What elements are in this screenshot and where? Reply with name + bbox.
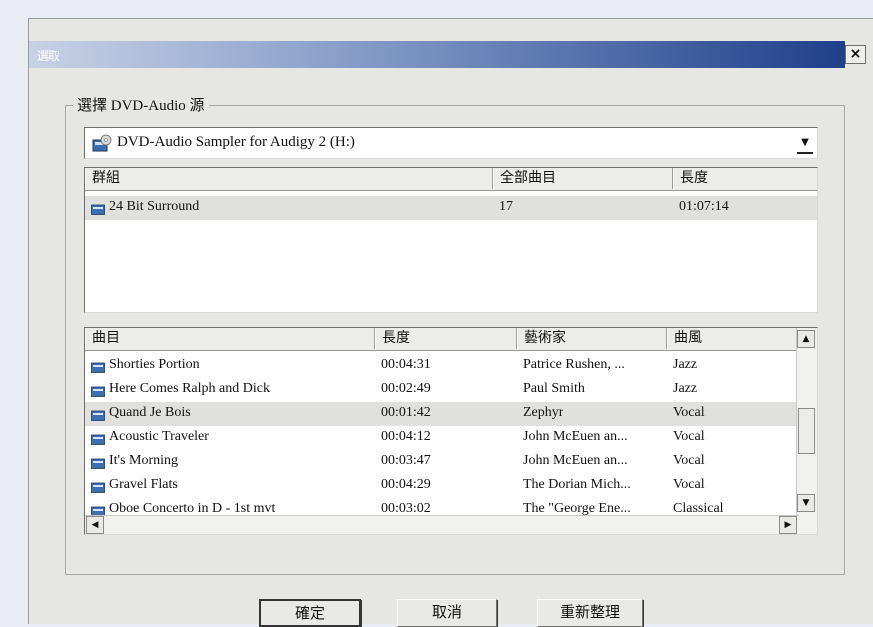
groups-list-header: 群組 全部曲目 長度 <box>85 168 817 191</box>
column-header-artist[interactable]: 藝術家 <box>517 328 667 349</box>
audio-track-icon <box>91 204 105 215</box>
column-header-group[interactable]: 群組 <box>85 168 493 189</box>
group-name: 24 Bit Surround <box>109 199 200 214</box>
groups-list[interactable]: 群組 全部曲目 長度 24 Bit Surround 17 01:07:14 <box>84 167 818 313</box>
track-length: 00:04:12 <box>381 429 431 444</box>
track-length: 00:02:49 <box>381 381 431 396</box>
track-artist: The Dorian Mich... <box>523 477 631 492</box>
track-length: 00:04:31 <box>381 357 431 372</box>
track-title: Here Comes Ralph and Dick <box>109 381 270 396</box>
group-total-tracks: 17 <box>499 199 513 214</box>
track-genre: Vocal <box>673 453 705 468</box>
audio-track-icon <box>91 458 105 469</box>
audio-track-icon <box>91 410 105 421</box>
select-dialog: 選取 × 選擇 DVD-Audio 源 DVD-Audio Sampler fo… <box>28 18 873 627</box>
tracks-horizontal-scrollbar[interactable]: ◀ <box>85 515 799 534</box>
cancel-button[interactable]: 取消 <box>397 599 497 627</box>
table-row[interactable]: Gravel Flats 00:04:29 The Dorian Mich... Vo… <box>85 474 799 498</box>
triangle-right-icon: ▶ <box>784 520 792 530</box>
table-row[interactable]: Acoustic Traveler 00:04:12 John McEuen an.… <box>85 426 799 450</box>
track-title: Acoustic Traveler <box>109 429 209 444</box>
table-row[interactable]: 24 Bit Surround 17 01:07:14 <box>85 196 817 220</box>
column-header-genre[interactable]: 曲風 <box>667 328 799 349</box>
refresh-button[interactable]: 重新整理 <box>537 599 643 627</box>
track-genre: Jazz <box>673 357 698 372</box>
table-row[interactable]: Shorties Portion 00:04:31 Patrice Rushen, … <box>85 354 799 378</box>
scroll-up-button[interactable]: ▲ <box>797 330 815 348</box>
tracks-vertical-scrollbar[interactable]: ▲ ▼ <box>796 328 817 534</box>
column-header-total-tracks[interactable]: 全部曲目 <box>493 168 673 189</box>
track-genre: Vocal <box>673 429 705 444</box>
column-header-length[interactable]: 長度 <box>673 168 817 189</box>
track-artist: John McEuen an... <box>523 453 628 468</box>
ok-button[interactable]: 確定 <box>259 599 361 627</box>
track-genre: Vocal <box>673 477 705 492</box>
title-bar[interactable]: 選取 <box>29 41 845 68</box>
track-title: It's Morning <box>109 453 179 468</box>
chevron-down-icon[interactable]: ▼ <box>797 136 813 154</box>
track-artist: John McEuen an... <box>523 429 628 444</box>
track-length: 00:04:29 <box>381 477 431 492</box>
window-title: 選取 <box>37 49 60 63</box>
tracks-list-header: 曲目 長度 藝術家 曲風 <box>85 328 799 351</box>
source-group-label: 選擇 DVD-Audio 源 <box>73 94 209 115</box>
group-length: 01:07:14 <box>679 199 729 214</box>
track-artist: Paul Smith <box>523 381 585 396</box>
scroll-down-button[interactable]: ▼ <box>797 494 815 512</box>
audio-track-icon <box>91 482 105 493</box>
triangle-left-icon: ◀ <box>91 520 99 530</box>
triangle-up-icon: ▲ <box>802 334 810 344</box>
table-row[interactable]: It's Morning 00:03:47 John McEuen an... Voc… <box>85 450 799 474</box>
track-artist: Zephyr <box>523 405 564 420</box>
triangle-down-icon: ▼ <box>802 498 810 508</box>
dvd-audio-disc-icon <box>92 134 112 152</box>
audio-track-icon <box>91 434 105 445</box>
track-length: 00:03:47 <box>381 453 431 468</box>
close-icon: × <box>849 46 862 62</box>
scroll-left-button[interactable]: ◀ <box>86 516 104 534</box>
track-genre: Vocal <box>673 405 705 420</box>
scroll-right-button[interactable]: ▶ <box>779 516 797 534</box>
track-length: 00:01:42 <box>381 405 431 420</box>
track-title: Gravel Flats <box>109 477 178 492</box>
source-dropdown-value: DVD-Audio Sampler for Audigy 2 (H:) <box>117 134 355 150</box>
table-row[interactable]: Here Comes Ralph and Dick 00:02:49 Paul Sm… <box>85 378 799 402</box>
tracks-list[interactable]: 曲目 長度 藝術家 曲風 Shorties Portion 00:04:31 Pat… <box>84 327 818 535</box>
audio-track-icon <box>91 386 105 397</box>
table-row[interactable]: Quand Je Bois 00:01:42 Zephyr Vocal <box>85 402 799 426</box>
audio-track-icon <box>91 362 105 373</box>
track-title: Quand Je Bois <box>109 405 191 420</box>
column-header-length[interactable]: 長度 <box>375 328 517 349</box>
track-genre: Jazz <box>673 381 698 396</box>
track-artist: Patrice Rushen, ... <box>523 357 625 372</box>
column-header-track[interactable]: 曲目 <box>85 328 375 349</box>
scroll-thumb[interactable] <box>798 408 815 454</box>
source-dropdown[interactable]: DVD-Audio Sampler for Audigy 2 (H:) ▼ <box>84 127 818 159</box>
close-button[interactable]: × <box>845 45 866 64</box>
track-title: Shorties Portion <box>109 357 200 372</box>
